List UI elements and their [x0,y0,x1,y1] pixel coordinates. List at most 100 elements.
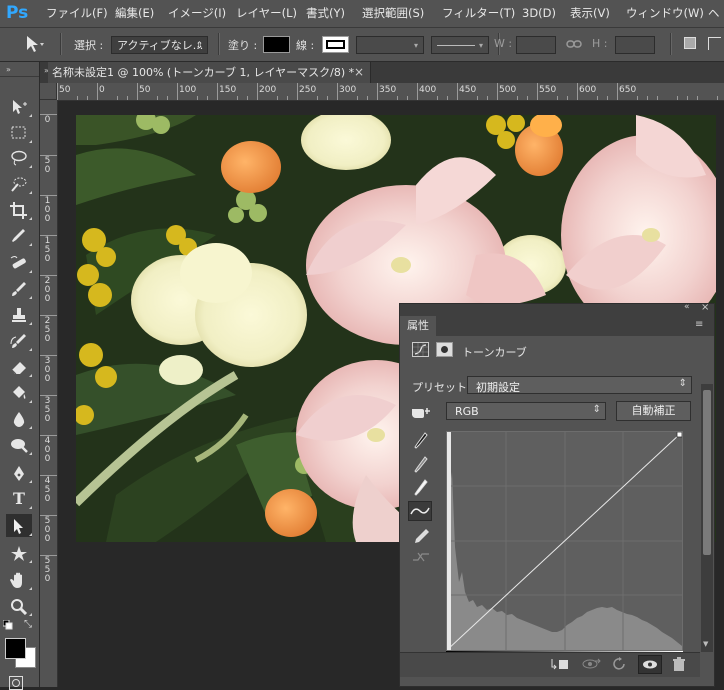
reset-icon[interactable] [612,657,628,671]
tool-group-indicator [29,560,32,563]
tool-group-indicator [29,165,32,168]
ruler-tick [40,235,57,236]
path-select-tool-icon[interactable] [6,514,32,537]
stroke-type-dropdown[interactable]: ▾ [431,36,489,54]
menu-image[interactable]: イメージ(I) [168,0,226,27]
ruler-minor-tick [377,96,378,100]
select-dropdown[interactable]: アクティブなレ... ⇕ [111,36,208,54]
zoom-tool-icon[interactable] [6,594,32,617]
menu-3d[interactable]: 3D(D) [522,0,556,27]
ruler-minor-tick [167,96,168,100]
path-operations-icon[interactable] [684,37,696,49]
black-point-eyedropper-icon[interactable] [414,432,428,450]
curve-points-icon[interactable] [408,501,432,521]
crop-tool-icon[interactable] [6,198,32,221]
menu-filter[interactable]: フィルター(T) [442,0,515,27]
stamp-tool-icon[interactable] [6,303,32,326]
brush-tool-icon[interactable] [6,277,32,300]
ruler-minor-tick [657,96,658,100]
height-field[interactable] [615,36,655,54]
menu-file[interactable]: ファイル(F) [46,0,108,27]
tool-group-indicator [29,452,32,455]
marquee-tool-icon[interactable] [6,121,32,144]
toggle-visibility-icon[interactable] [638,655,662,674]
auto-button-label: 自動補正 [631,404,676,417]
history-brush-tool-icon[interactable] [6,329,32,352]
trash-icon[interactable] [672,657,686,672]
panel-scrollbar-thumb[interactable] [703,390,711,555]
default-colors-icon[interactable] [3,620,13,630]
ruler-minor-tick [367,96,368,100]
preset-label: プリセット : [412,381,475,394]
ruler-minor-tick [97,96,98,100]
curves-graph[interactable] [446,431,683,651]
menu-help[interactable]: ヘ [708,0,720,27]
hand-tool-icon[interactable] [6,568,32,591]
move-arrow-icon[interactable] [24,34,46,54]
paint-bucket-tool-icon[interactable] [6,381,32,404]
ruler-minor-tick [677,96,678,100]
path-alignment-icon[interactable] [708,37,721,50]
eyedropper-tool-icon[interactable] [6,224,32,247]
tool-group-indicator [29,587,32,590]
pen-tool-icon[interactable] [6,461,32,484]
gray-point-eyedropper-icon[interactable] [414,456,428,474]
ruler-minor-tick [237,96,238,100]
menu-layer[interactable]: レイヤー(L) [236,0,297,27]
eraser-tool-icon[interactable] [6,355,32,378]
healing-tool-icon[interactable] [6,251,32,274]
swap-colors-icon[interactable]: ⤡ [24,619,32,630]
menu-type[interactable]: 書式(Y) [306,0,345,27]
pencil-draw-icon[interactable] [414,528,430,544]
updown-icon: ⇕ [678,378,687,389]
select-dropdown-value: アクティブなレ... [117,39,204,52]
stroke-swatch[interactable] [322,36,349,53]
shape-tool-icon[interactable] [6,541,32,564]
ruler-top-label: 50 [59,85,71,95]
white-point-eyedropper-icon[interactable] [414,479,428,497]
dodge-tool-icon[interactable] [6,433,32,456]
stroke-width-field[interactable]: ▾ [356,36,424,54]
type-tool-glyph: T [13,489,25,508]
tool-group-indicator [29,322,32,325]
updown-icon: ⇕ [195,41,203,51]
close-panel-icon[interactable]: × [701,302,709,313]
blur-tool-icon[interactable] [6,407,32,430]
close-tab-icon[interactable]: × [354,62,364,83]
collapse-panel-icon[interactable]: « [684,302,690,312]
menu-select[interactable]: 選択範囲(S) [362,0,424,27]
ruler-top-label: 500 [499,85,517,95]
channel-dropdown[interactable]: RGB ⇕ [446,402,606,420]
preset-dropdown[interactable]: 初期設定 ⇕ [467,376,692,394]
lasso-tool-icon[interactable] [6,146,32,169]
ruler-tick [40,155,57,156]
menu-view[interactable]: 表示(V) [570,0,610,27]
tab-properties[interactable]: 属性 [400,316,436,336]
ruler-top-label: 50 [139,85,151,95]
width-field[interactable] [516,36,556,54]
menu-window[interactable]: ウィンドウ(W) [626,0,704,27]
document-tab[interactable]: 名称未設定1 @ 100% (トーンカーブ 1, レイヤーマスク/8) * × [48,62,371,83]
view-previous-state-icon[interactable] [582,658,602,670]
quick-mask-icon[interactable] [9,676,23,690]
move-tool-icon[interactable] [6,95,32,118]
ruler-left-label: 4 5 0 [44,476,51,504]
auto-button[interactable]: 自動補正 [616,401,691,421]
layer-mask-icon[interactable] [436,342,453,357]
curves-adjustment-icon[interactable] [412,342,429,357]
scroll-down-icon[interactable]: ▼ [703,640,708,648]
clip-to-layer-icon[interactable] [550,657,570,671]
menu-edit[interactable]: 編集(E) [115,0,154,27]
panel-menu-icon[interactable]: ≡ [695,319,703,330]
document-tab-title: 名称未設定1 @ 100% (トーンカーブ 1, レイヤーマスク/8) * [52,66,355,79]
fill-swatch[interactable] [263,36,290,53]
panel-tab-bar: ≡ [400,316,714,336]
ruler-tick [40,275,57,276]
quick-select-tool-icon[interactable] [6,172,32,195]
targeted-adjustment-hand-icon[interactable] [410,403,432,419]
link-icon[interactable] [566,37,582,51]
type-tool-icon[interactable]: T [6,487,32,510]
collapse-icon[interactable]: » [6,65,11,74]
foreground-color-swatch[interactable] [5,638,26,659]
ruler-origin[interactable] [40,83,57,100]
